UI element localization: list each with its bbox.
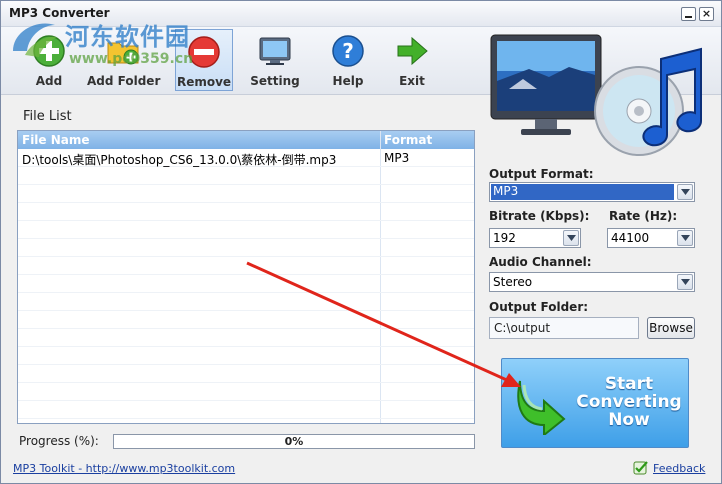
rate-value: 44100 — [611, 231, 650, 245]
monitor-settings-icon — [259, 37, 291, 65]
help-icon: ? — [332, 35, 364, 67]
close-button[interactable]: × — [699, 7, 714, 21]
file-list[interactable]: File Name Format D:\tools\桌面\Photoshop_C… — [17, 130, 475, 424]
output-folder-label: Output Folder: — [489, 300, 589, 314]
row-divider — [18, 238, 474, 239]
chevron-down-icon[interactable] — [677, 274, 693, 290]
progress-value: 0% — [284, 435, 304, 448]
watermark: 河东软件园 www.pc0359.cn — [5, 7, 225, 67]
row-divider — [18, 274, 474, 275]
minimize-button[interactable] — [681, 7, 696, 21]
watermark-url: www.pc0359.cn — [69, 51, 194, 67]
start-line-1: Start — [604, 374, 654, 394]
add-label: Add — [35, 74, 63, 88]
start-converting-button[interactable]: Start Converting Now — [501, 358, 689, 448]
add-folder-label: Add Folder — [87, 74, 161, 88]
browse-button[interactable]: Browse — [647, 317, 695, 339]
progress-bar: 0% — [113, 434, 475, 449]
column-separator — [380, 131, 381, 423]
file-list-title: File List — [23, 109, 72, 124]
row-divider — [18, 292, 474, 293]
exit-arrow-icon — [397, 36, 428, 66]
output-format-value: MP3 — [491, 184, 674, 200]
audio-channel-label: Audio Channel: — [489, 255, 592, 269]
watermark-text: 河东软件园 — [65, 22, 190, 51]
row-divider — [18, 328, 474, 329]
output-folder-input[interactable] — [489, 317, 639, 339]
row-divider — [18, 220, 474, 221]
convert-arrow-icon — [517, 380, 566, 435]
website-link[interactable]: MP3 Toolkit - http://www.mp3toolkit.com — [13, 462, 235, 475]
start-line-2: Converting — [576, 392, 682, 412]
row-divider — [18, 310, 474, 311]
start-line-3: Now — [608, 410, 650, 430]
chevron-down-icon[interactable] — [677, 230, 693, 246]
file-list-header: File Name Format — [18, 131, 474, 149]
row-divider — [18, 184, 474, 185]
row-divider — [18, 418, 474, 419]
row-divider — [18, 382, 474, 383]
row-divider — [18, 202, 474, 203]
watermark-logo-icon — [13, 23, 57, 57]
exit-button[interactable]: Exit — [389, 29, 435, 91]
file-name-cell: D:\tools\桌面\Photoshop_CS6_13.0.0\蔡依林-倒带.… — [22, 153, 337, 167]
hero-monitor-cd-icon — [490, 34, 702, 156]
help-button[interactable]: ? Help — [323, 29, 373, 91]
output-format-select[interactable]: MP3 — [489, 182, 695, 202]
table-row[interactable]: D:\tools\桌面\Photoshop_CS6_13.0.0\蔡依林-倒带.… — [18, 150, 474, 167]
format-cell: MP3 — [384, 151, 410, 165]
start-converting-label: Start Converting Now — [574, 375, 684, 429]
rate-select[interactable]: 44100 — [607, 228, 695, 248]
svg-text:?: ? — [342, 39, 354, 63]
remove-label: Remove — [176, 75, 232, 89]
column-header-file-name[interactable]: File Name — [22, 133, 90, 147]
row-divider — [18, 364, 474, 365]
audio-channel-select[interactable]: Stereo — [489, 272, 695, 292]
rate-label: Rate (Hz): — [609, 209, 678, 223]
row-divider — [18, 256, 474, 257]
feedback-link[interactable]: Feedback — [653, 462, 705, 475]
chevron-down-icon[interactable] — [677, 184, 693, 200]
setting-button[interactable]: Setting — [247, 29, 303, 91]
column-header-format[interactable]: Format — [384, 133, 432, 147]
row-divider — [18, 346, 474, 347]
chevron-down-icon[interactable] — [563, 230, 579, 246]
exit-label: Exit — [399, 74, 425, 88]
setting-label: Setting — [250, 74, 300, 88]
bitrate-value: 192 — [493, 231, 516, 245]
main-window: MP3 Converter × Add Add Folder Remove Se… — [0, 0, 722, 484]
output-format-label: Output Format: — [489, 167, 594, 181]
bitrate-select[interactable]: 192 — [489, 228, 581, 248]
row-divider — [18, 400, 474, 401]
help-label: Help — [332, 74, 364, 88]
audio-channel-value: Stereo — [493, 275, 533, 289]
progress-label: Progress (%): — [19, 434, 99, 448]
bitrate-label: Bitrate (Kbps): — [489, 209, 590, 223]
feedback-check-icon[interactable] — [633, 460, 649, 476]
